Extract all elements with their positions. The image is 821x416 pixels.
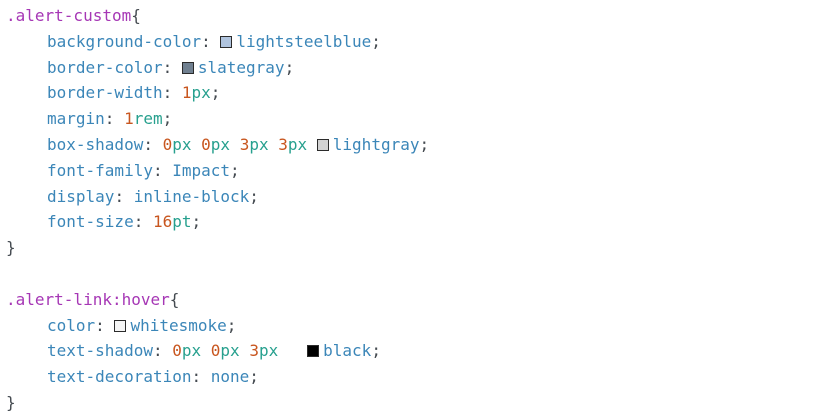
css-unit: px (258, 341, 279, 361)
code-line-selector: .alert-custom{ (6, 3, 429, 29)
colon: : (95, 315, 115, 335)
css-property: font-size (47, 212, 134, 232)
css-value: none (210, 367, 250, 387)
semicolon: ; (371, 31, 381, 51)
colon: : (133, 212, 153, 232)
code-line-declaration: font-size: 16pt; (6, 209, 429, 235)
semicolon: ; (284, 57, 295, 77)
css-number: 1 (181, 83, 192, 103)
css-code-editor: .alert-custom{background-color: lightste… (6, 3, 429, 416)
css-unit: px (249, 134, 269, 154)
css-value: Impact (172, 160, 231, 180)
css-property: border-color (47, 57, 163, 77)
css-number: 0 (210, 341, 221, 361)
css-property: box-shadow (47, 134, 144, 154)
colon: : (152, 341, 173, 361)
code-line-declaration: text-decoration: none; (6, 364, 429, 390)
css-number: 0 (162, 134, 173, 154)
code-line-declaration: border-color: slategray; (6, 55, 429, 81)
css-number: 3 (249, 341, 259, 361)
code-line-declaration: font-family: Impact; (6, 158, 429, 184)
code-line-declaration: background-color: lightsteelblue; (6, 29, 429, 55)
css-selector: .alert-link (6, 289, 112, 309)
code-line-close: } (6, 235, 429, 261)
css-number: 3 (239, 134, 250, 154)
colon: : (114, 186, 134, 206)
color-swatch-icon[interactable] (316, 138, 329, 151)
css-property: border-width (47, 83, 163, 103)
colon: : (152, 160, 173, 180)
css-selector: .alert-custom (6, 6, 132, 25)
colon: : (143, 134, 163, 154)
css-number: 0 (172, 341, 182, 361)
css-property: display (47, 186, 115, 206)
css-unit: px (191, 83, 211, 103)
color-swatch-icon[interactable] (307, 345, 320, 358)
css-unit: rem (133, 109, 163, 129)
semicolon: ; (226, 315, 237, 335)
css-number: 3 (278, 134, 288, 154)
css-value: black (323, 341, 372, 361)
css-property: color (47, 315, 96, 335)
code-line-declaration: display: inline-block; (6, 184, 429, 210)
css-unit: px (172, 134, 192, 154)
colon: : (162, 83, 182, 103)
colon: : (162, 57, 182, 77)
css-property: margin (47, 109, 105, 129)
close-brace: } (6, 238, 16, 258)
css-value: lightsteelblue (236, 31, 372, 51)
color-swatch-icon[interactable] (220, 35, 233, 48)
css-property: background-color (47, 31, 202, 51)
semicolon: ; (371, 341, 381, 361)
semicolon: ; (162, 109, 173, 129)
open-brace: { (169, 289, 180, 309)
css-number: 0 (201, 134, 211, 154)
open-brace: { (131, 6, 141, 25)
colon: : (191, 367, 211, 387)
css-property: font-family (47, 160, 153, 180)
colon: : (104, 109, 125, 129)
css-value: whitesmoke (130, 315, 227, 335)
color-swatch-icon[interactable] (181, 61, 194, 74)
semicolon: ; (249, 367, 259, 387)
css-value: slategray (197, 57, 285, 77)
code-line-close: } (6, 390, 429, 416)
css-pseudo-class: :hover (111, 289, 170, 309)
code-line-declaration: text-shadow: 0px 0px 3px black; (6, 338, 429, 364)
code-line-declaration: color: whitesmoke; (6, 313, 429, 339)
code-line-declaration: border-width: 1px; (6, 80, 429, 106)
colon: : (201, 31, 221, 51)
color-swatch-icon[interactable] (114, 319, 127, 332)
semicolon: ; (191, 212, 202, 232)
code-line-declaration: margin: 1rem; (6, 106, 429, 132)
semicolon: ; (210, 83, 221, 103)
semicolon: ; (249, 186, 259, 206)
close-brace: } (6, 392, 16, 412)
css-unit: px (220, 341, 240, 361)
semicolon: ; (419, 134, 430, 154)
css-unit: px (210, 134, 231, 154)
css-value: lightgray (332, 134, 420, 154)
css-number: 16 (152, 212, 173, 232)
code-line-declaration: box-shadow: 0px 0px 3px 3px lightgray; (6, 132, 429, 158)
code-line-selector: .alert-link:hover{ (6, 287, 429, 313)
css-property: text-decoration (47, 367, 192, 387)
css-unit: px (181, 341, 202, 361)
semicolon: ; (230, 160, 240, 180)
css-number: 1 (124, 109, 134, 129)
css-value: inline-block (133, 186, 250, 206)
css-unit: px (287, 134, 308, 154)
css-unit: pt (172, 212, 192, 232)
css-property: text-shadow (47, 341, 153, 361)
